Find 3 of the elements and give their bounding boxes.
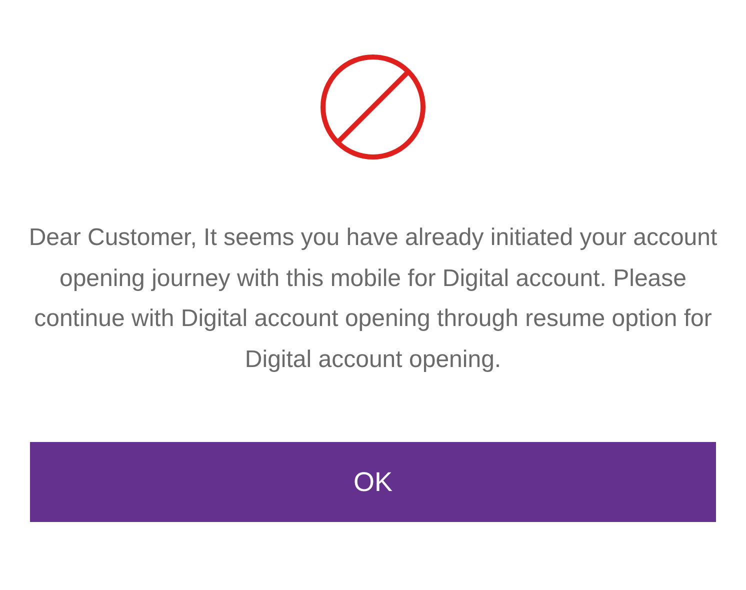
prohibited-icon <box>319 54 427 160</box>
ok-button[interactable]: OK <box>30 442 716 522</box>
error-message: Dear Customer, It seems you have already initiated your account opening journey with this mobile for Digital account. Please continue with Digital account opening through resume option for Digital account opening. <box>28 223 718 374</box>
